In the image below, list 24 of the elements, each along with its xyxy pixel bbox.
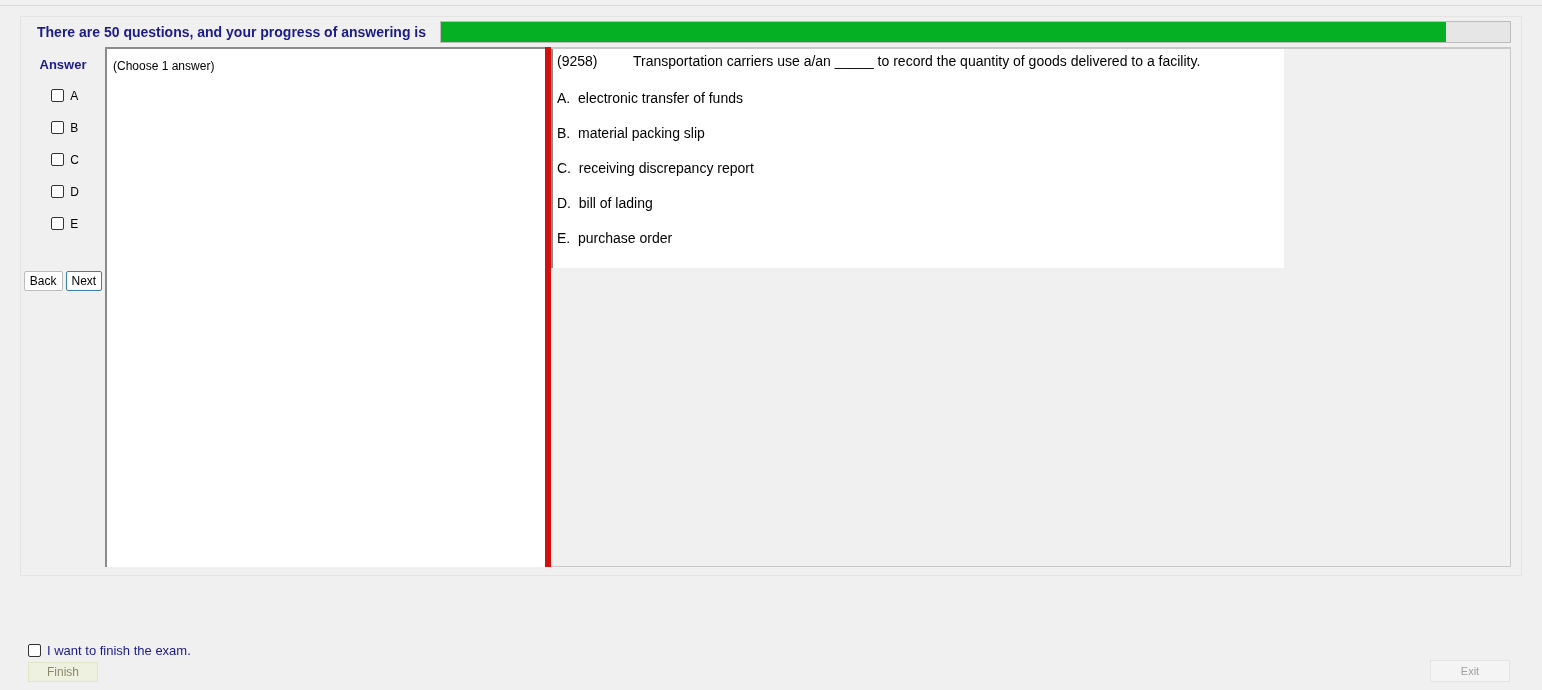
- answer-choice: A. electronic transfer of funds: [557, 89, 744, 108]
- finish-label: I want to finish the exam.: [47, 641, 191, 660]
- answer-checkbox[interactable]: [51, 185, 65, 198]
- answer-choice: E. purchase order: [557, 229, 674, 248]
- answer-option-label: B: [70, 119, 79, 137]
- answer-heading: Answer: [39, 56, 87, 74]
- nav-button[interactable]: Next: [65, 270, 103, 291]
- answer-choice: B. material packing slip: [557, 124, 706, 143]
- answer-choice: D. bill of lading: [557, 194, 654, 213]
- finish-checkbox[interactable]: [28, 643, 41, 657]
- answer-checkbox[interactable]: [51, 121, 65, 134]
- answer-option-label: A: [70, 87, 79, 105]
- answer-option-label: C: [70, 151, 79, 169]
- answer-option-label: E: [70, 215, 79, 233]
- answer-option-label: D: [70, 183, 79, 201]
- progress-caption: There are 50 questions, and your progress of answering is: [37, 22, 426, 42]
- answer-checkbox[interactable]: [51, 217, 65, 230]
- answer-choice: C. receiving discrepancy report: [557, 159, 755, 178]
- answer-checkbox[interactable]: [51, 89, 65, 102]
- nav-button[interactable]: Back: [23, 270, 63, 291]
- answer-checkbox[interactable]: [51, 153, 65, 166]
- question-text: Transportation carriers use a/an _____ to record the quantity of goods delivered to a facility.: [633, 52, 1201, 71]
- instruction-text: (Choose 1 answer): [113, 59, 215, 73]
- question-number: (9258): [557, 52, 599, 71]
